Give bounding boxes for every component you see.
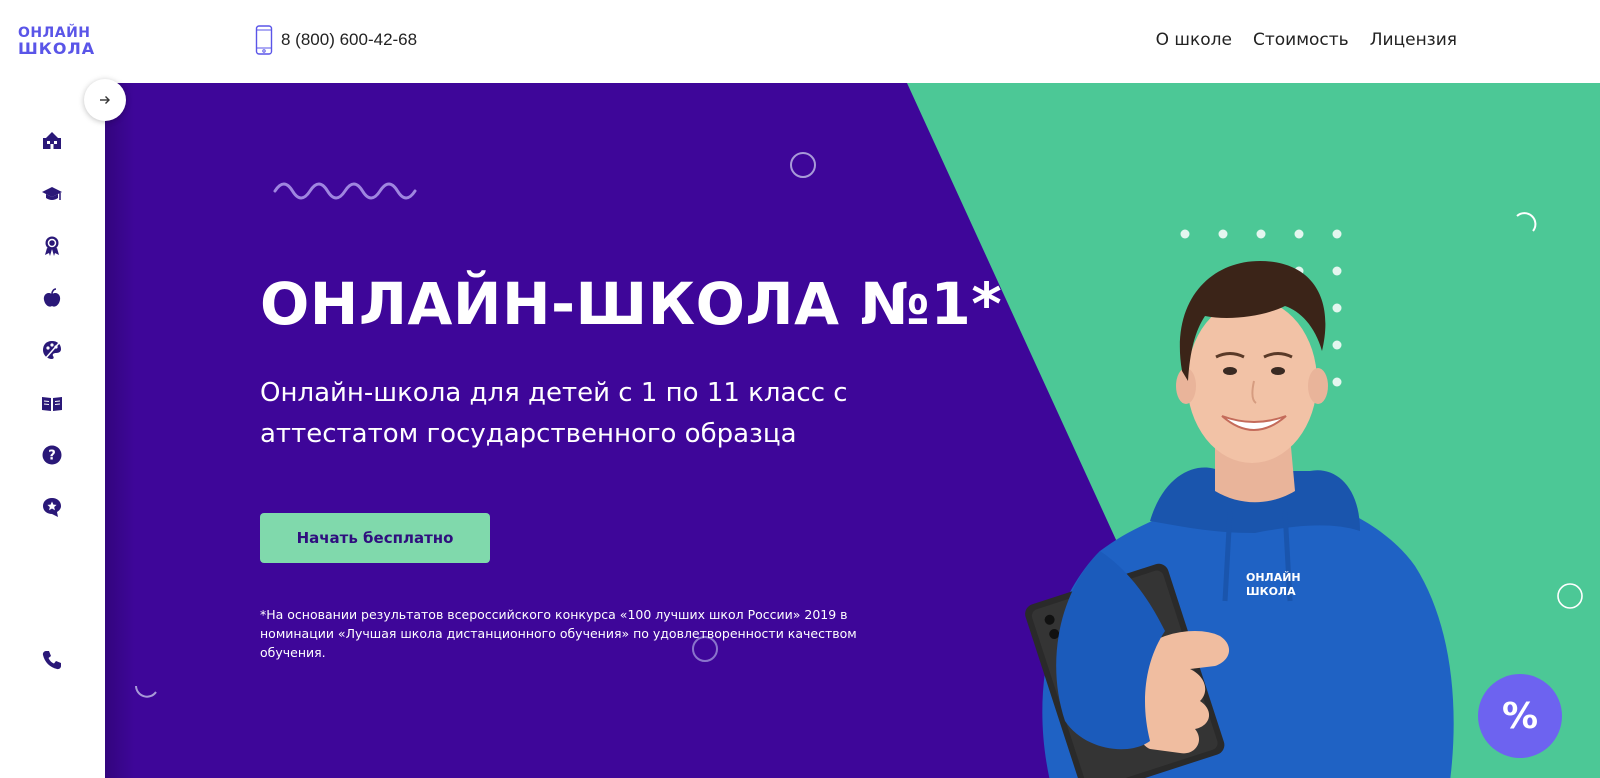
header-phone[interactable]: 8 (800) 600-42-68 [255,25,417,55]
palette-icon [43,341,61,360]
award-medal-icon [45,236,59,256]
header-phone-number[interactable]: 8 (800) 600-42-68 [281,30,417,50]
hero-title: ОНЛАЙН-ШКОЛА №1* [260,270,1003,338]
open-book-icon [42,397,62,411]
wave-decoration [273,182,417,200]
circle-decoration [790,152,816,178]
hero-section: ОНЛАЙН ШКОЛА ОНЛАЙН-ШКОЛА №1* Онлайн-шко… [105,83,1600,778]
hero-subtitle: Онлайн-школа для детей с 1 по 11 класс с… [260,378,848,449]
sidebar-item-subjects[interactable] [38,284,66,312]
arc-decoration [135,685,157,698]
sidebar-item-graduation[interactable] [38,180,66,208]
svg-text:?: ? [48,449,56,464]
start-free-button[interactable]: Начать бесплатно [260,513,490,563]
sidebar-phone[interactable] [38,646,66,674]
top-bar: 8 (800) 600-42-68 О школе Стоимость Лице… [105,0,1600,83]
graduation-cap-icon [42,187,62,200]
arc-decoration [1516,212,1537,232]
question-icon: ? [42,445,62,465]
hero-footnote: *На основании результатов всероссийского… [260,607,857,660]
sidebar-item-reviews[interactable] [38,493,66,521]
nav-link-license[interactable]: Лицензия [1370,30,1457,50]
sidebar-item-school[interactable] [38,127,66,155]
discount-button[interactable]: % [1478,674,1562,758]
sidebar-item-awards[interactable] [38,232,66,260]
logo-line-2: ШКОЛА [18,39,96,58]
percent-icon: % [1501,695,1539,737]
student-photo: ОНЛАЙН ШКОЛА [1025,261,1454,778]
mobile-phone-icon [255,25,273,55]
sidebar-toggle-button[interactable] [84,79,126,121]
logo[interactable]: ОНЛАЙН ШКОЛА [18,26,96,58]
sidebar-item-faq[interactable]: ? [38,441,66,469]
school-building-icon [43,132,61,149]
hoodie-logo-line-1: ОНЛАЙН [1246,571,1301,584]
circle-decoration [1557,583,1583,609]
star-chat-icon [43,498,61,517]
main-nav: О школе Стоимость Лицензия [1156,30,1457,50]
arrow-right-icon [100,96,110,104]
nav-link-about[interactable]: О школе [1156,30,1232,50]
sidebar: ОНЛАЙН ШКОЛА ? [0,0,105,778]
sidebar-item-creativity[interactable] [38,336,66,364]
phone-icon [42,651,61,670]
hoodie-logo-line-2: ШКОЛА [1246,585,1296,598]
sidebar-item-library[interactable] [38,389,66,417]
nav-link-price[interactable]: Стоимость [1253,30,1349,50]
apple-icon [43,288,61,307]
